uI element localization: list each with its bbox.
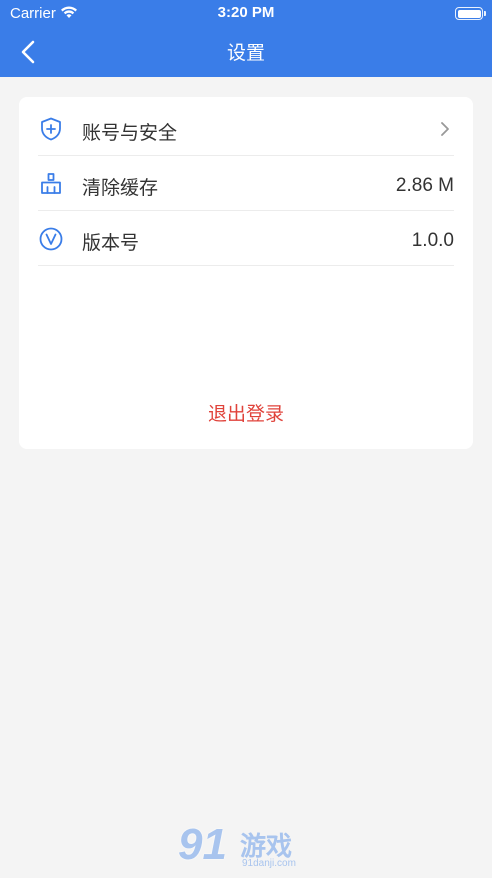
watermark-url: 91danji.com — [242, 858, 296, 869]
settings-item-label: 账号与安全 — [82, 122, 178, 144]
status-time: 3:20 PM — [217, 4, 275, 21]
settings-item-clear-cache[interactable]: 清除缓存 2.86 M — [38, 156, 454, 211]
logout-button[interactable]: 退出登录 — [19, 399, 473, 426]
settings-item-account-security[interactable]: 账号与安全 — [38, 101, 454, 156]
settings-item-version: 版本号 1.0.0 — [38, 211, 454, 266]
chevron-right-icon — [441, 122, 449, 136]
page-title: 设置 — [226, 42, 265, 64]
settings-item-label: 版本号 — [82, 232, 140, 254]
watermark: 91 游戏 91danji.com — [178, 822, 318, 874]
battery-fill — [457, 9, 481, 18]
watermark-logo: 91 — [178, 820, 227, 869]
cache-size-value: 2.86 M — [395, 175, 454, 196]
version-value: 1.0.0 — [411, 230, 454, 251]
shield-plus-icon — [41, 117, 61, 141]
broom-icon — [41, 173, 61, 194]
status-bar: Carrier 3:20 PM — [0, 0, 492, 26]
settings-card: 账号与安全 清除缓存 2.86 M 版本号 1.0.0 退出登录 — [19, 97, 473, 449]
nav-bar: 设置 — [0, 26, 492, 77]
header: Carrier 3:20 PM 设置 — [0, 0, 492, 77]
version-v-icon — [39, 227, 63, 251]
settings-item-label: 清除缓存 — [82, 177, 159, 199]
battery-icon — [455, 7, 483, 20]
battery-tip — [484, 11, 486, 16]
